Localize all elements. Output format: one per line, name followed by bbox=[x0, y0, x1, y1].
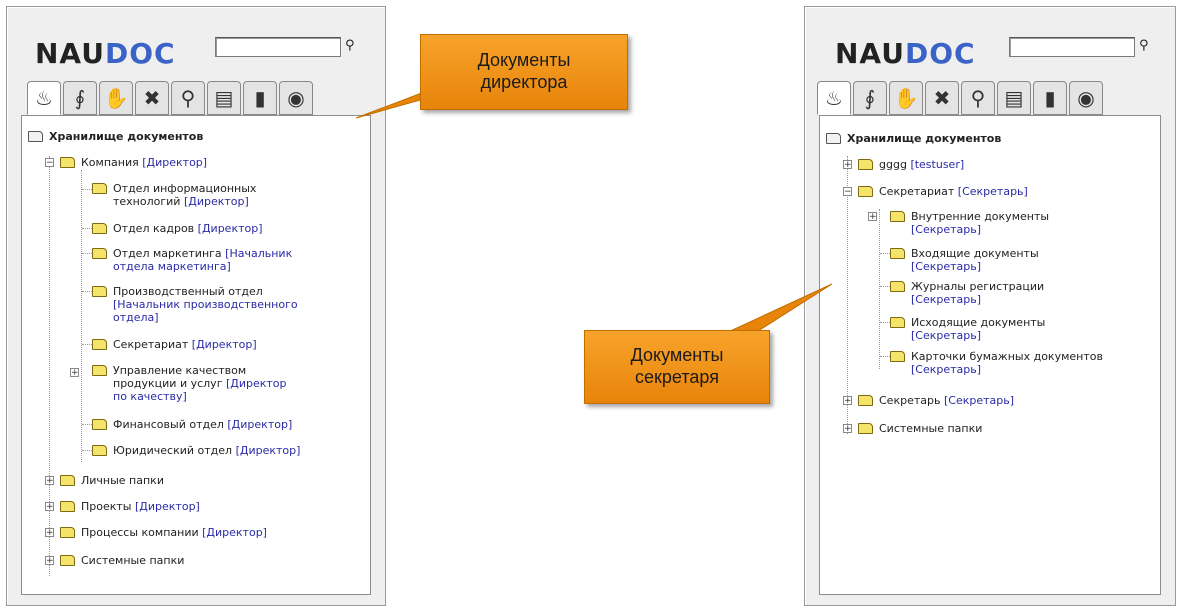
secretary-callout: Документы секретаря bbox=[584, 330, 770, 404]
director-callout: Документы директора bbox=[420, 34, 628, 110]
